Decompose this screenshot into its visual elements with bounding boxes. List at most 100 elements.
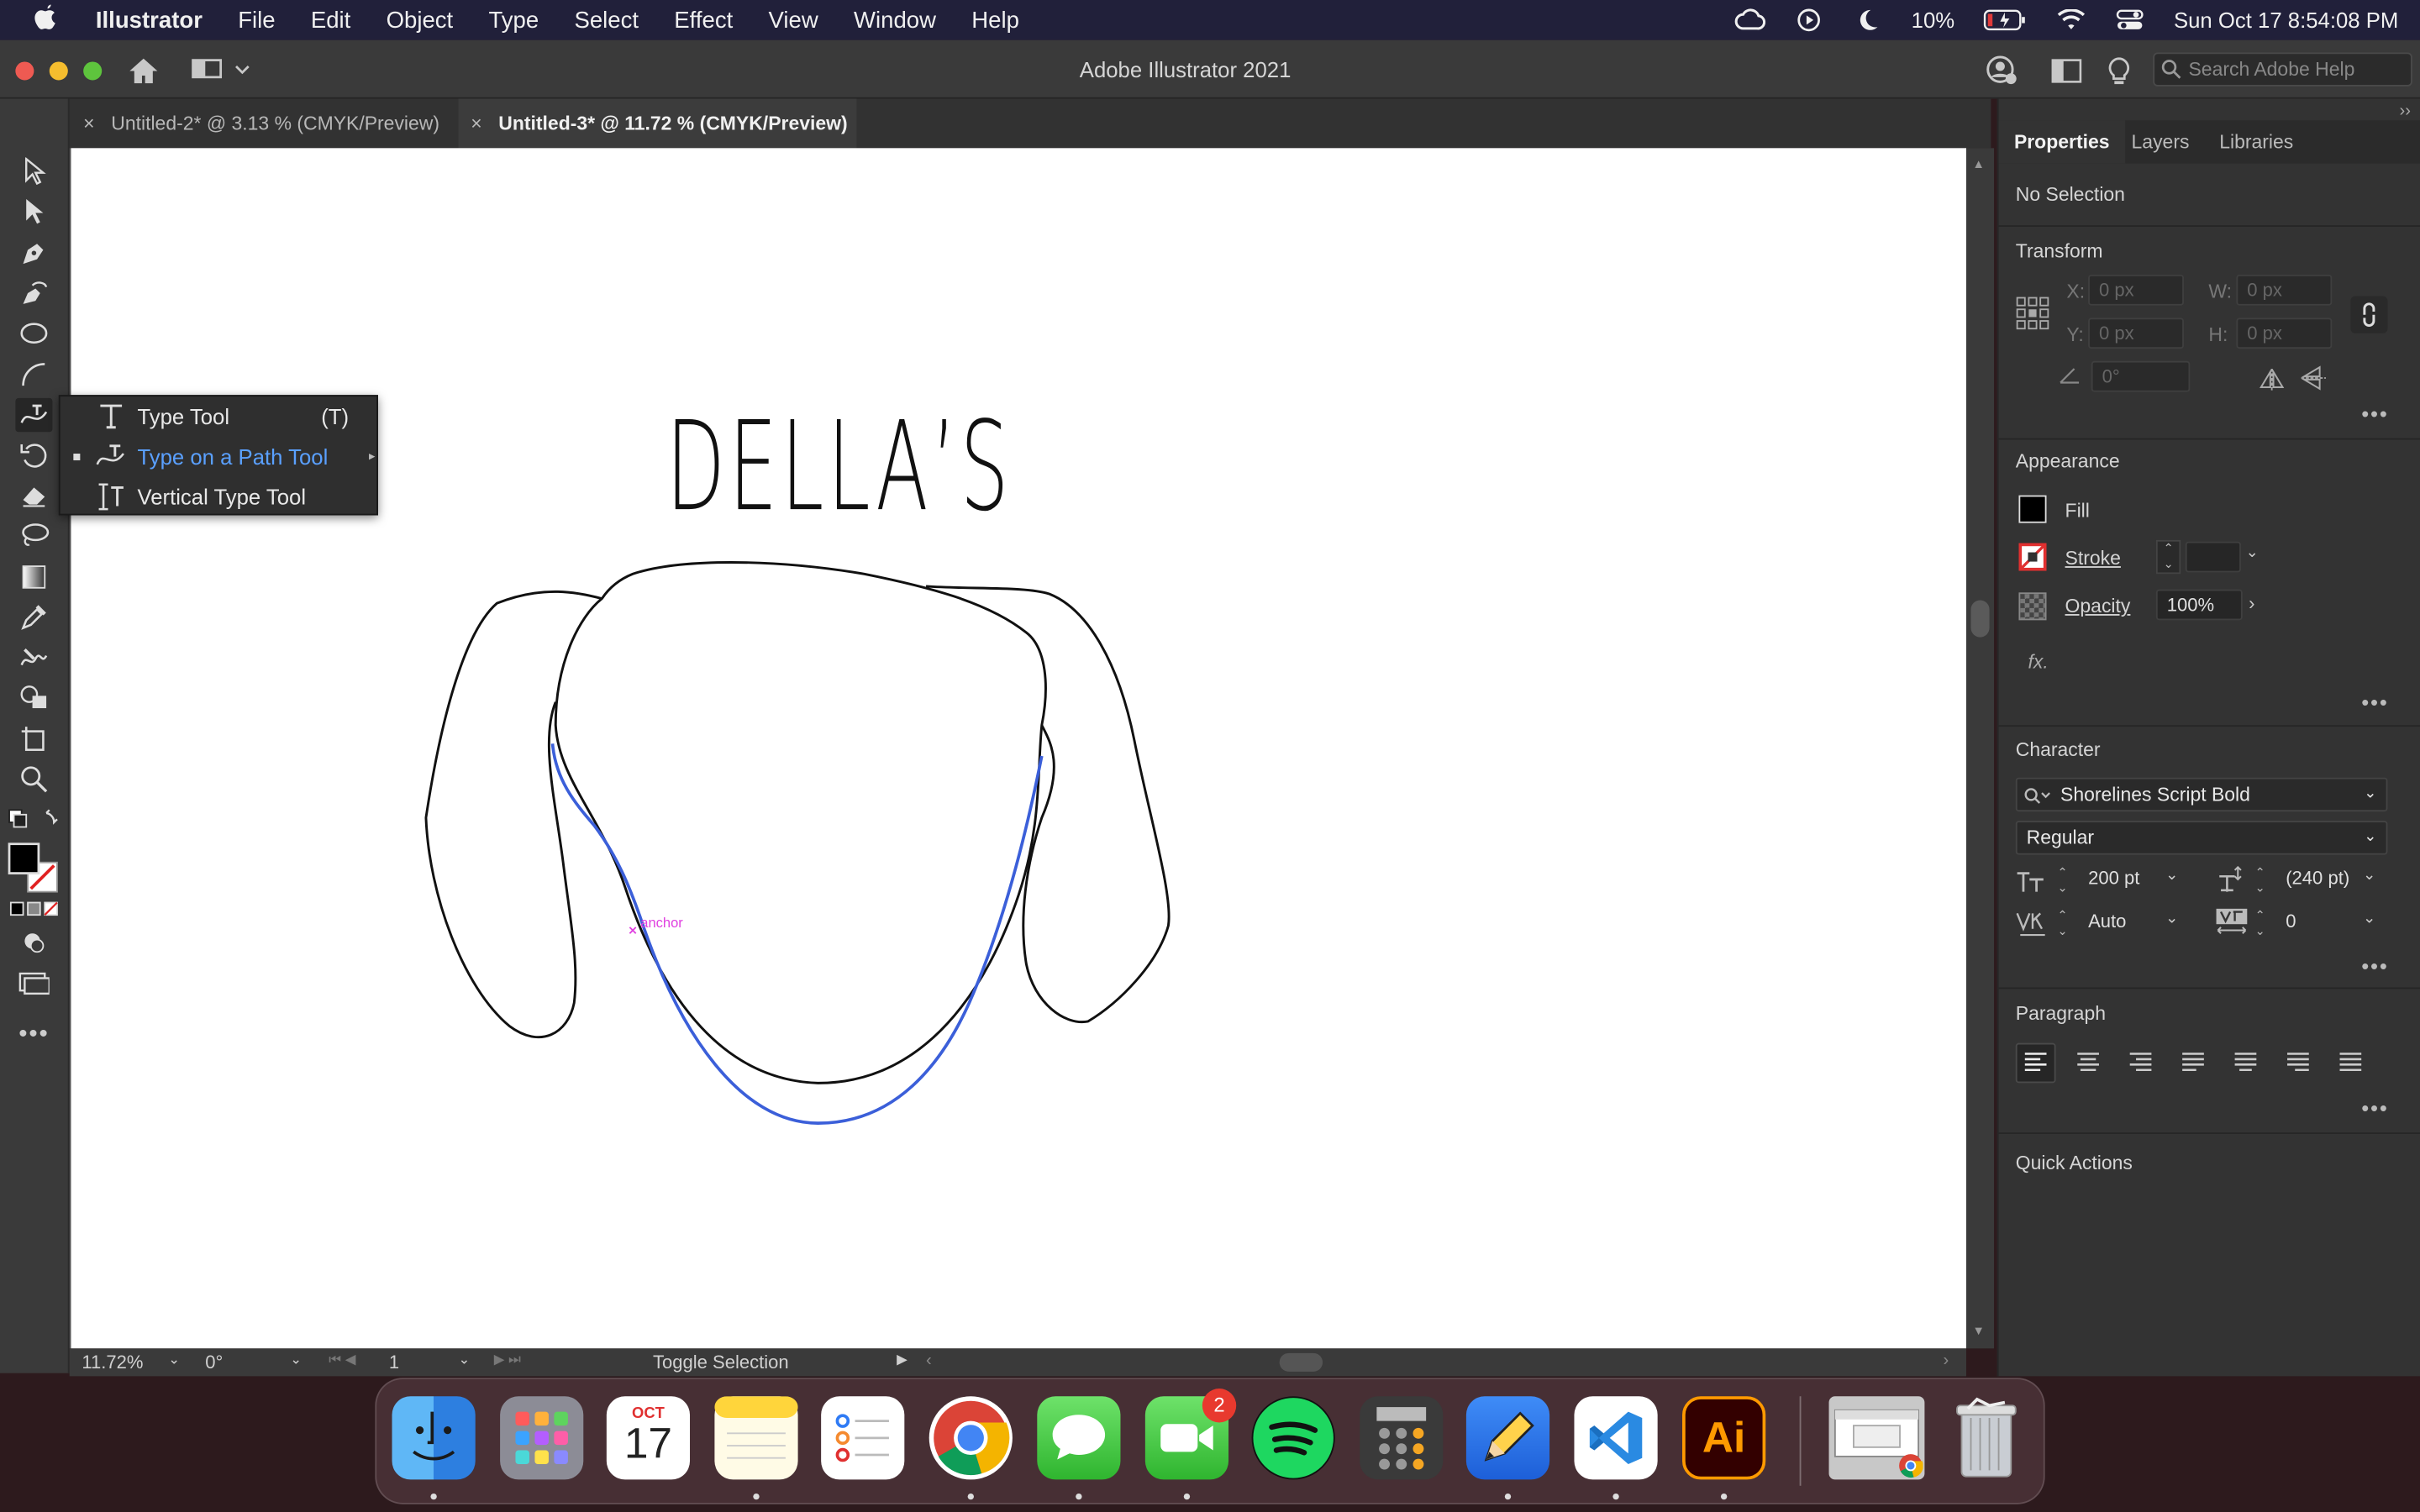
x-position-field[interactable]: 0 px [2088,274,2184,306]
flip-horizontal-icon[interactable] [2260,368,2285,391]
last-artboard-icon[interactable]: ▶ ⏭ [494,1352,521,1368]
puppet-warp-tool-icon[interactable] [15,640,52,674]
kerning-field[interactable]: Auto [2079,907,2165,938]
align-center-button[interactable] [2070,1044,2107,1081]
font-style-dropdown[interactable]: Regular ⌄ [2015,821,2388,855]
close-window-button[interactable] [15,61,34,81]
align-left-button[interactable] [2015,1042,2056,1084]
draw-mode-icon[interactable] [15,926,52,959]
menu-effect[interactable]: Effect [674,7,733,33]
finder-icon[interactable] [392,1396,476,1480]
justify-all-button[interactable] [2332,1044,2369,1081]
width-field[interactable]: 0 px [2236,274,2333,306]
font-search-icon[interactable] [2023,785,2051,804]
opacity-label[interactable]: Opacity [2065,596,2131,617]
gradient-tool-icon[interactable] [15,560,52,594]
arc-tool-icon[interactable] [15,358,52,391]
battery-icon[interactable] [1982,6,2028,34]
character-more-options-icon[interactable]: ••• [2361,953,2389,978]
menu-object[interactable]: Object [387,7,454,33]
vertical-scroll-thumb[interactable] [1970,600,1990,638]
artboard[interactable]: DELLA’S anchor [71,148,1967,1349]
rotation-dropdown-icon[interactable]: ⌄ [290,1352,302,1368]
wifi-icon[interactable] [2056,6,2087,34]
workspace-switcher-icon[interactable] [192,57,253,85]
discover-lightbulb-icon[interactable] [2105,55,2133,87]
minimize-window-button[interactable] [49,61,68,81]
justify-center-button[interactable] [2227,1044,2264,1081]
type-on-path-tool-icon[interactable] [15,397,53,433]
leading-stepper[interactable]: ⌃ ⌄ [2254,865,2265,896]
menu-file[interactable]: File [238,7,275,33]
tracking-dropdown-icon[interactable]: ⌄ [2363,911,2375,927]
stroke-swatch[interactable] [2018,543,2047,571]
kerning-dropdown-icon[interactable]: ⌄ [2165,911,2178,927]
lasso-tool-icon[interactable] [15,518,52,552]
default-colors-icon[interactable] [6,807,61,832]
rotation-field[interactable]: 0° [205,1352,223,1373]
close-tab-icon[interactable]: × [83,99,94,149]
pen-tool-icon[interactable] [15,236,52,270]
zoom-window-button[interactable] [83,61,103,81]
kerning-stepper[interactable]: ⌃ ⌄ [2057,909,2067,940]
vscode-icon[interactable] [1574,1396,1658,1480]
color-mode-icon[interactable] [9,900,59,918]
calculator-icon[interactable] [1360,1396,1444,1480]
menu-type[interactable]: Type [488,7,539,33]
menu-help[interactable]: Help [971,7,1019,33]
justify-left-button[interactable] [2175,1044,2212,1081]
reference-point-icon[interactable] [2016,297,2049,330]
status-menu-arrow-icon[interactable]: ▶ [897,1352,908,1368]
date-time[interactable]: Sun Oct 17 8:54:08 PM [2174,8,2398,32]
constrain-proportions-icon[interactable] [2350,296,2388,333]
flip-vertical-icon[interactable] [2301,365,2326,391]
spotify-icon[interactable] [1251,1396,1335,1480]
leading-field[interactable]: (240 pt) [2276,864,2363,895]
arrange-documents-icon[interactable] [2051,59,2082,83]
rotate-tool-icon[interactable] [15,438,52,472]
type-on-path-tool-menu-item[interactable]: ■ Type on a Path Tool ▸ [60,437,380,477]
script-editor-pencil-icon[interactable] [1465,1396,1550,1480]
menu-edit[interactable]: Edit [311,7,350,33]
illustrator-icon[interactable]: Ai [1682,1396,1766,1480]
apple-menu-icon[interactable] [34,3,65,38]
app-menu[interactable]: Illustrator [96,7,203,33]
ellipse-tool-icon[interactable] [15,317,52,350]
trash-icon[interactable] [1944,1396,2028,1479]
notes-icon[interactable] [714,1396,798,1480]
justify-right-button[interactable] [2280,1044,2317,1081]
type-tool-menu-item[interactable]: Type Tool (T) [60,396,380,437]
menu-view[interactable]: View [769,7,818,33]
dog-illustration[interactable] [71,148,1966,1348]
tab-untitled-2[interactable]: × Untitled-2* @ 3.13 % (CMYK/Preview) [71,99,456,149]
height-field[interactable]: 0 px [2236,318,2333,349]
calendar-icon[interactable]: OCT 17 [606,1396,691,1480]
opacity-swatch[interactable] [2018,592,2047,621]
curvature-tool-icon[interactable] [15,276,52,310]
scroll-left-icon[interactable]: ‹ [926,1352,932,1370]
font-size-stepper[interactable]: ⌃ ⌄ [2057,865,2067,896]
scroll-up-icon[interactable]: ▲ [1972,157,1985,171]
focus-moon-icon[interactable] [1853,6,1884,34]
tear-off-arrow-icon[interactable]: ▸ [369,437,375,477]
stroke-weight-dropdown-icon[interactable]: ⌄ [2245,544,2258,561]
messages-icon[interactable] [1037,1396,1121,1480]
stroke-weight-stepper[interactable]: ⌃ ⌄ [2155,539,2181,575]
adobe-help-search-input[interactable]: Search Adobe Help [2153,52,2412,87]
opacity-expand-icon[interactable]: › [2249,592,2254,614]
tracking-stepper[interactable]: ⌃ ⌄ [2254,909,2265,940]
shape-builder-tool-icon[interactable] [15,680,52,714]
artboard-number-field[interactable]: 1 [389,1352,399,1373]
paragraph-more-options-icon[interactable]: ••• [2361,1095,2389,1120]
vertical-type-tool-menu-item[interactable]: Vertical Type Tool [60,477,380,517]
tab-properties[interactable]: Properties [1998,120,2125,164]
rotation-angle-field[interactable]: 0° [2091,360,2191,392]
transform-more-options-icon[interactable]: ••• [2361,402,2389,426]
share-user-icon[interactable] [1985,55,2018,87]
eyedropper-tool-icon[interactable] [15,600,52,633]
direct-selection-tool-icon[interactable] [15,194,52,228]
collapse-panels-icon[interactable]: ›› [2400,102,2411,120]
home-icon[interactable] [127,55,160,87]
tab-layers[interactable]: Layers [2116,120,2205,163]
appearance-more-options-icon[interactable]: ••• [2361,690,2389,714]
